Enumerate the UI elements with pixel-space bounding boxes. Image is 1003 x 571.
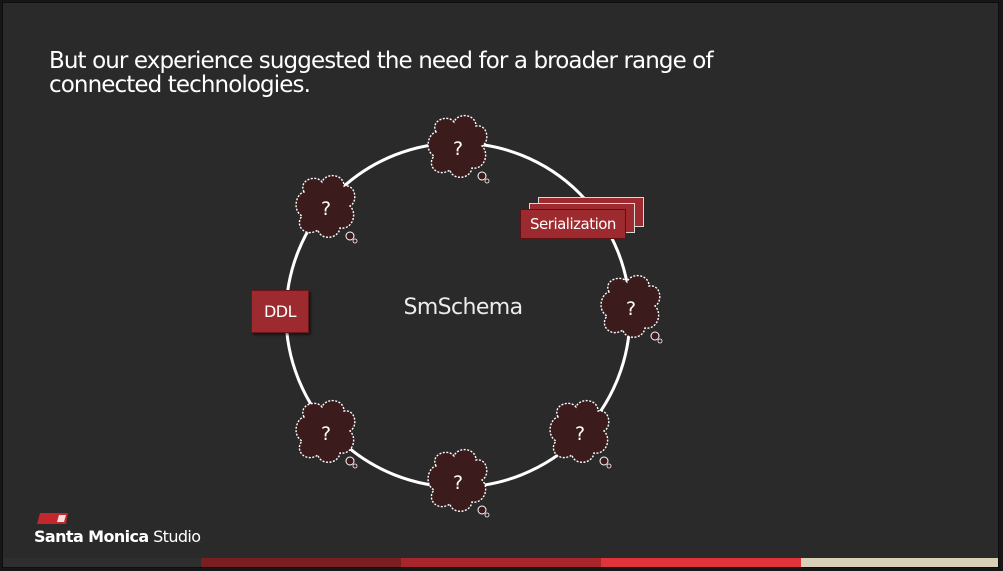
unknown-cloud-lower-left: ? xyxy=(295,399,358,469)
logo-brand-bold: Santa Monica xyxy=(34,527,149,546)
ddl-node: DDL xyxy=(251,290,309,333)
smschema-label: SmSchema xyxy=(403,295,523,320)
logo-brand-light: Studio xyxy=(148,527,201,546)
slide: But our experience suggested the need fo… xyxy=(2,2,999,568)
studio-logo-text: Santa Monica Studio xyxy=(34,527,201,546)
serialization-label: Serialization xyxy=(520,209,626,239)
footer-segment-5 xyxy=(801,558,998,567)
unknown-cloud-right: ? xyxy=(600,274,663,344)
footer-segment-3 xyxy=(401,558,601,567)
svg-text:?: ? xyxy=(626,298,636,320)
footer-segment-4 xyxy=(601,558,801,567)
svg-text:?: ? xyxy=(321,423,331,445)
footer-segment-1 xyxy=(3,558,201,567)
unknown-cloud-bottom: ? xyxy=(427,448,490,518)
schema-diagram: ? ? ? ? ? ? xyxy=(284,114,663,518)
santa-monica-logo-icon xyxy=(37,513,68,524)
svg-text:?: ? xyxy=(453,138,463,160)
unknown-cloud-top: ? xyxy=(427,114,490,184)
svg-text:?: ? xyxy=(321,198,331,220)
unknown-cloud-lower-right: ? xyxy=(549,399,612,469)
footer-segment-2 xyxy=(201,558,401,567)
footer-color-bar xyxy=(3,558,998,567)
svg-text:?: ? xyxy=(453,472,463,494)
serialization-node: Serialization xyxy=(520,197,650,243)
svg-text:?: ? xyxy=(575,423,585,445)
